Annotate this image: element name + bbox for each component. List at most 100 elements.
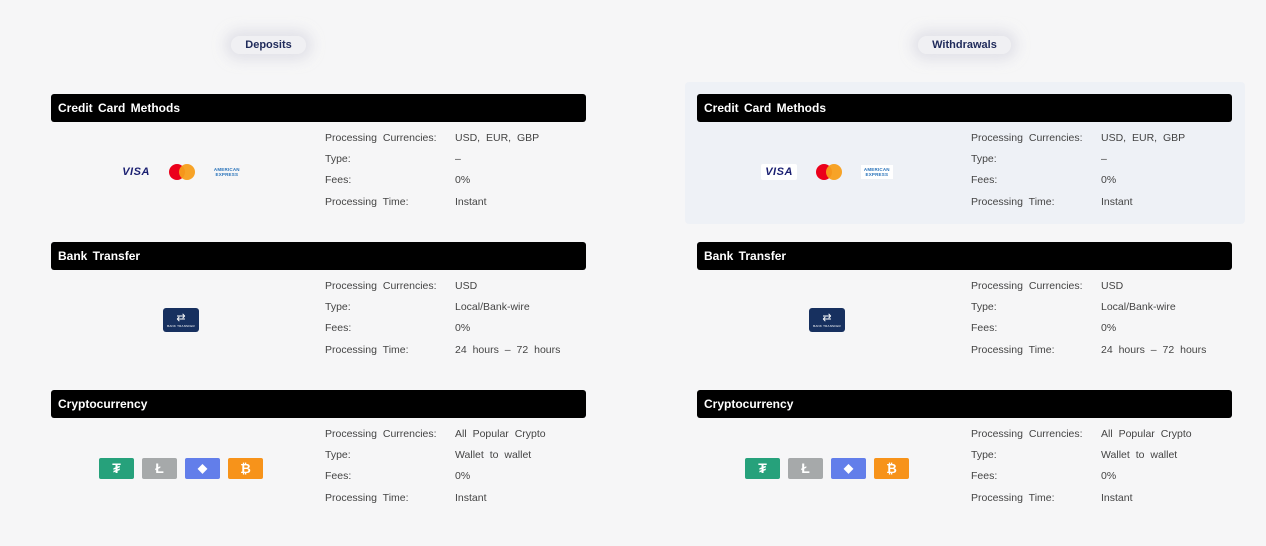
detail-row: Fees: 0% xyxy=(325,470,546,491)
detail-value: USD, EUR, GBP xyxy=(1101,132,1186,144)
detail-value: All Popular Crypto xyxy=(455,428,546,440)
detail-value: 0% xyxy=(455,470,471,483)
detail-key: Processing Currencies: xyxy=(971,428,1083,440)
section-heading: Credit Card Methods xyxy=(51,94,586,122)
detail-key: Type: xyxy=(325,449,351,462)
detail-row: Processing Time: 24 hours – 72 hours xyxy=(971,344,1206,365)
detail-value: 0% xyxy=(455,174,471,187)
amex-line2: EXPRESS xyxy=(865,172,889,177)
detail-key: Fees: xyxy=(325,322,352,335)
detail-key: Processing Currencies: xyxy=(325,132,437,144)
payment-logos: VISA AMERICAN EXPRESS xyxy=(51,130,311,214)
tether-icon: ₮ xyxy=(99,457,134,479)
bank-symbol: ⇄ xyxy=(176,311,186,324)
section-heading: Credit Card Methods xyxy=(697,94,1232,122)
detail-row: Fees: 0% xyxy=(971,174,1185,195)
detail-value: – xyxy=(455,153,461,166)
detail-value: Instant xyxy=(1101,195,1133,208)
detail-row: Processing Currencies: USD, EUR, GBP xyxy=(325,132,539,153)
section-bank-transfer: Bank Transfer ⇄ BANK TRANSFER Processing … xyxy=(51,242,586,356)
bank-text: BANK TRANSFER xyxy=(167,323,195,328)
detail-key: Processing Time: xyxy=(325,491,409,504)
amex-icon: AMERICAN EXPRESS xyxy=(214,167,240,177)
details-list: Processing Currencies: USD, EUR, GBP Type… xyxy=(325,132,539,217)
payment-logos: VISA AMERICAN EXPRESS xyxy=(697,130,957,214)
detail-value: 0% xyxy=(455,322,471,335)
details-list: Processing Currencies: All Popular Crypto… xyxy=(971,428,1192,513)
detail-value: 24 hours – 72 hours xyxy=(455,343,561,356)
section-heading: Bank Transfer xyxy=(697,242,1232,270)
detail-row: Type: Wallet to wallet xyxy=(325,449,546,470)
detail-value: 0% xyxy=(1101,322,1117,335)
litecoin-icon: Ł xyxy=(788,457,823,479)
litecoin-icon: Ł xyxy=(142,457,177,479)
detail-row: Type: Local/Bank-wire xyxy=(325,301,560,322)
ethereum-icon: ◆ xyxy=(185,457,220,479)
detail-value: 0% xyxy=(1101,174,1117,187)
details-list: Processing Currencies: All Popular Crypto… xyxy=(325,428,546,513)
detail-key: Processing Time: xyxy=(971,343,1055,356)
detail-value: 0% xyxy=(1101,470,1117,483)
bank-symbol: ⇄ xyxy=(822,311,832,324)
detail-key: Processing Time: xyxy=(325,195,409,208)
detail-key: Type: xyxy=(971,449,997,462)
detail-key: Type: xyxy=(325,301,351,314)
detail-key: Type: xyxy=(971,153,997,166)
section-cryptocurrency: Cryptocurrency ₮ Ł ◆ ₿ Processing Curren… xyxy=(51,390,586,504)
detail-key: Fees: xyxy=(325,470,352,483)
detail-key: Processing Currencies: xyxy=(971,132,1083,144)
detail-key: Fees: xyxy=(971,322,998,335)
bitcoin-icon: ₿ xyxy=(874,457,909,479)
detail-row: Type: – xyxy=(971,153,1185,174)
detail-row: Fees: 0% xyxy=(325,174,539,195)
detail-row: Processing Time: 24 hours – 72 hours xyxy=(325,344,560,365)
detail-value: USD xyxy=(455,280,478,292)
detail-key: Processing Currencies: xyxy=(325,428,437,440)
detail-key: Fees: xyxy=(971,470,998,483)
bank-text: BANK TRANSFER xyxy=(813,323,841,328)
detail-key: Processing Time: xyxy=(971,195,1055,208)
detail-key: Fees: xyxy=(325,174,352,187)
detail-row: Processing Currencies: USD xyxy=(325,280,560,301)
deposits-column: Deposits Credit Card Methods VISA AMERIC… xyxy=(51,0,586,546)
details-list: Processing Currencies: USD, EUR, GBP Type… xyxy=(971,132,1185,217)
detail-key: Type: xyxy=(971,301,997,314)
detail-row: Processing Time: Instant xyxy=(325,492,546,513)
detail-value: All Popular Crypto xyxy=(1101,428,1192,440)
detail-value: Local/Bank-wire xyxy=(455,301,530,314)
ethereum-icon: ◆ xyxy=(831,457,866,479)
tether-icon: ₮ xyxy=(745,457,780,479)
amex-line2: EXPRESS xyxy=(215,172,239,177)
section-heading: Bank Transfer xyxy=(51,242,586,270)
section-credit-card: Credit Card Methods VISA AMERICAN EXPRESS… xyxy=(697,94,1232,208)
column-title-label: Deposits xyxy=(231,36,306,54)
bitcoin-icon: ₿ xyxy=(228,457,263,479)
detail-key: Type: xyxy=(325,153,351,166)
detail-value: Instant xyxy=(455,195,487,208)
detail-row: Type: – xyxy=(325,153,539,174)
detail-row: Fees: 0% xyxy=(325,322,560,343)
details-list: Processing Currencies: USD Type: Local/Ban… xyxy=(325,280,560,365)
section-bank-transfer: Bank Transfer ⇄ BANK TRANSFER Processing … xyxy=(697,242,1232,356)
detail-row: Fees: 0% xyxy=(971,470,1192,491)
deposits-title: Deposits xyxy=(1,36,536,54)
detail-value: USD, EUR, GBP xyxy=(455,132,540,144)
bank-transfer-icon: ⇄ BANK TRANSFER xyxy=(163,308,199,332)
withdrawals-title: Withdrawals xyxy=(697,36,1232,54)
detail-row: Type: Local/Bank-wire xyxy=(971,301,1206,322)
section-heading: Cryptocurrency xyxy=(697,390,1232,418)
section-heading: Cryptocurrency xyxy=(51,390,586,418)
detail-row: Processing Currencies: All Popular Crypto xyxy=(325,428,546,449)
payment-logos: ⇄ BANK TRANSFER xyxy=(51,278,311,362)
bank-transfer-icon: ⇄ BANK TRANSFER xyxy=(809,308,845,332)
detail-key: Fees: xyxy=(971,174,998,187)
visa-icon: VISA xyxy=(122,166,150,178)
visa-icon: VISA xyxy=(761,164,797,180)
detail-row: Type: Wallet to wallet xyxy=(971,449,1192,470)
amex-icon: AMERICAN EXPRESS xyxy=(860,165,893,179)
detail-value: Instant xyxy=(1101,491,1133,504)
detail-value: USD xyxy=(1101,280,1124,292)
detail-row: Processing Currencies: USD xyxy=(971,280,1206,301)
payment-logos: ₮ Ł ◆ ₿ xyxy=(51,426,311,510)
detail-value: – xyxy=(1101,153,1107,166)
